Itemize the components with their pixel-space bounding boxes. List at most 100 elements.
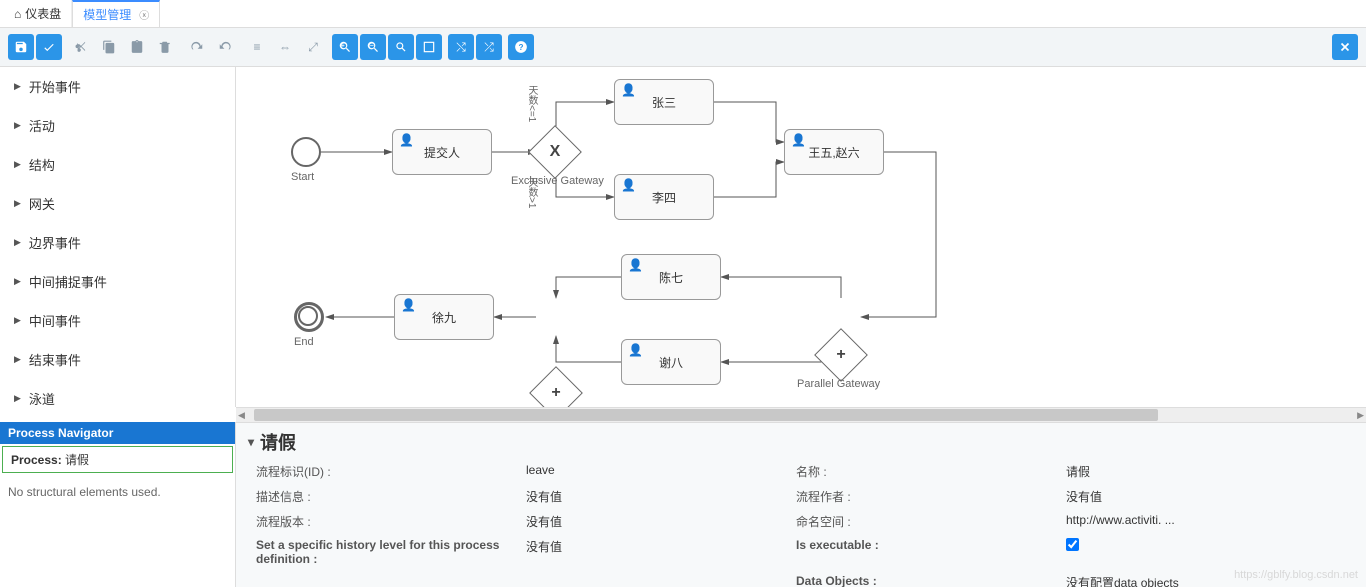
palette-label: 泳道	[29, 389, 55, 407]
prop-name-value[interactable]: 请假	[1066, 463, 1326, 480]
prop-ns-value[interactable]: http://www.activiti. ...	[1066, 513, 1326, 530]
tab-model-management[interactable]: 模型管理 ⓧ	[72, 0, 160, 27]
prop-desc-label: 描述信息 :	[256, 488, 516, 505]
end-event[interactable]: End	[294, 302, 324, 332]
palette-label: 开始事件	[29, 77, 81, 96]
help-button[interactable]: ?	[508, 34, 534, 60]
parallel-gateway-1[interactable]: + Parallel Gateway	[822, 336, 860, 374]
svg-text:?: ?	[519, 43, 524, 52]
distribute-button[interactable]: ⇔	[272, 34, 298, 60]
user-icon: 👤	[628, 258, 643, 272]
prop-exec-label: Is executable :	[796, 538, 1056, 566]
task-label: 提交人	[424, 144, 460, 161]
prop-history-value[interactable]: 没有值	[526, 538, 786, 566]
bendpoint-add-button[interactable]: ⤭	[448, 34, 474, 60]
task-label: 谢八	[659, 354, 683, 371]
prop-desc-value[interactable]: 没有值	[526, 488, 786, 505]
watermark: https://gblfy.blog.csdn.net	[1234, 569, 1358, 581]
palette-swimlanes[interactable]: 泳道	[0, 379, 235, 407]
prop-name-label: 名称 :	[796, 463, 1056, 480]
task-submit[interactable]: 👤 提交人	[392, 129, 492, 175]
palette-boundary-events[interactable]: 边界事件	[0, 223, 235, 262]
palette-label: 活动	[29, 116, 55, 135]
task-zhangsan[interactable]: 👤 张三	[614, 79, 714, 125]
task-lisi[interactable]: 👤李四	[614, 174, 714, 220]
tab-bar: ⌂ 仪表盘 模型管理 ⓧ	[0, 0, 1366, 28]
palette-intermediate-events[interactable]: 中间事件	[0, 301, 235, 340]
redo-button[interactable]	[184, 34, 210, 60]
prop-version-label: 流程版本 :	[256, 513, 516, 530]
palette-label: 结构	[29, 155, 55, 174]
user-icon: 👤	[621, 83, 636, 97]
palette-start-events[interactable]: 开始事件	[0, 67, 235, 106]
tab-dashboard[interactable]: ⌂ 仪表盘	[4, 0, 72, 27]
exclusive-gateway[interactable]: X Exclusive Gateway	[536, 133, 574, 171]
paste-button[interactable]	[124, 34, 150, 60]
properties-panel: 请假 流程标识(ID) : leave 名称 : 请假 描述信息 : 没有值 流…	[236, 422, 1366, 587]
user-icon: 👤	[621, 178, 636, 192]
palette-label: 网关	[29, 194, 55, 213]
start-event[interactable]: Start	[291, 137, 321, 167]
condition-label-2: 天数>1	[524, 177, 539, 208]
palette-gateways[interactable]: 网关	[0, 184, 235, 223]
task-label: 徐九	[432, 309, 456, 326]
prop-author-label: 流程作者 :	[796, 488, 1056, 505]
save-button[interactable]	[8, 34, 34, 60]
palette-label: 边界事件	[29, 233, 81, 252]
palette-end-events[interactable]: 结束事件	[0, 340, 235, 379]
task-xieba[interactable]: 👤 谢八	[621, 339, 721, 385]
process-name: 请假	[65, 453, 89, 467]
palette-intermediate-catch[interactable]: 中间捕捉事件	[0, 262, 235, 301]
close-editor-button[interactable]	[1332, 34, 1358, 60]
task-wangwu[interactable]: 👤王五,赵六	[784, 129, 884, 175]
user-icon: 👤	[399, 133, 414, 147]
title-text: 请假	[260, 429, 296, 455]
close-icon[interactable]: ⓧ	[139, 7, 149, 22]
executable-checkbox[interactable]	[1066, 538, 1079, 551]
process-label: Process:	[11, 453, 62, 467]
canvas[interactable]: Start 👤提交人 X Exclusive Gateway 天数<=1 天数>…	[236, 67, 1366, 407]
delete-button[interactable]	[152, 34, 178, 60]
zoom-reset-button[interactable]	[388, 34, 414, 60]
copy-button[interactable]	[96, 34, 122, 60]
prop-id-value[interactable]: leave	[526, 463, 786, 480]
palette-activities[interactable]: 活动	[0, 106, 235, 145]
prop-history-label: Set a specific history level for this pr…	[256, 538, 516, 566]
horizontal-scrollbar[interactable]	[236, 407, 1366, 423]
cut-button[interactable]	[68, 34, 94, 60]
navigator-process[interactable]: Process: 请假	[2, 446, 233, 473]
validate-button[interactable]	[36, 34, 62, 60]
tab-label: 仪表盘	[25, 5, 61, 22]
navigator-title: Process Navigator	[0, 422, 235, 444]
edges	[236, 67, 1336, 407]
zoom-in-button[interactable]	[332, 34, 358, 60]
end-label: End	[294, 336, 314, 348]
navigator-message: No structural elements used.	[0, 475, 235, 509]
task-label: 张三	[652, 94, 676, 111]
gateway-label: Parallel Gateway	[797, 378, 880, 390]
process-navigator: Process Navigator Process: 请假 No structu…	[0, 422, 236, 587]
prop-version-value[interactable]: 没有值	[526, 513, 786, 530]
prop-author-value[interactable]: 没有值	[1066, 488, 1326, 505]
properties-title[interactable]: 请假	[236, 423, 1366, 461]
zoom-out-button[interactable]	[360, 34, 386, 60]
parallel-gateway-2[interactable]: + Parallel Gateway	[537, 374, 575, 407]
user-icon: 👤	[791, 133, 806, 147]
palette-structure[interactable]: 结构	[0, 145, 235, 184]
task-chenqi[interactable]: 👤 陈七	[621, 254, 721, 300]
align-button[interactable]: ≡	[244, 34, 270, 60]
task-xujiu[interactable]: 👤 徐九	[394, 294, 494, 340]
tab-label: 模型管理	[83, 6, 131, 23]
palette-label: 中间事件	[29, 311, 81, 330]
prop-data-label: Data Objects :	[796, 574, 1056, 587]
user-icon: 👤	[628, 343, 643, 357]
prop-exec-value[interactable]	[1066, 538, 1326, 566]
user-icon: 👤	[401, 298, 416, 312]
size-button[interactable]: ⤢	[300, 34, 326, 60]
undo-button[interactable]	[212, 34, 238, 60]
zoom-fit-button[interactable]	[416, 34, 442, 60]
prop-ns-label: 命名空间 :	[796, 513, 1056, 530]
bendpoint-remove-button[interactable]: ⤮	[476, 34, 502, 60]
task-label: 陈七	[659, 269, 683, 286]
scroll-thumb[interactable]	[254, 409, 1158, 421]
